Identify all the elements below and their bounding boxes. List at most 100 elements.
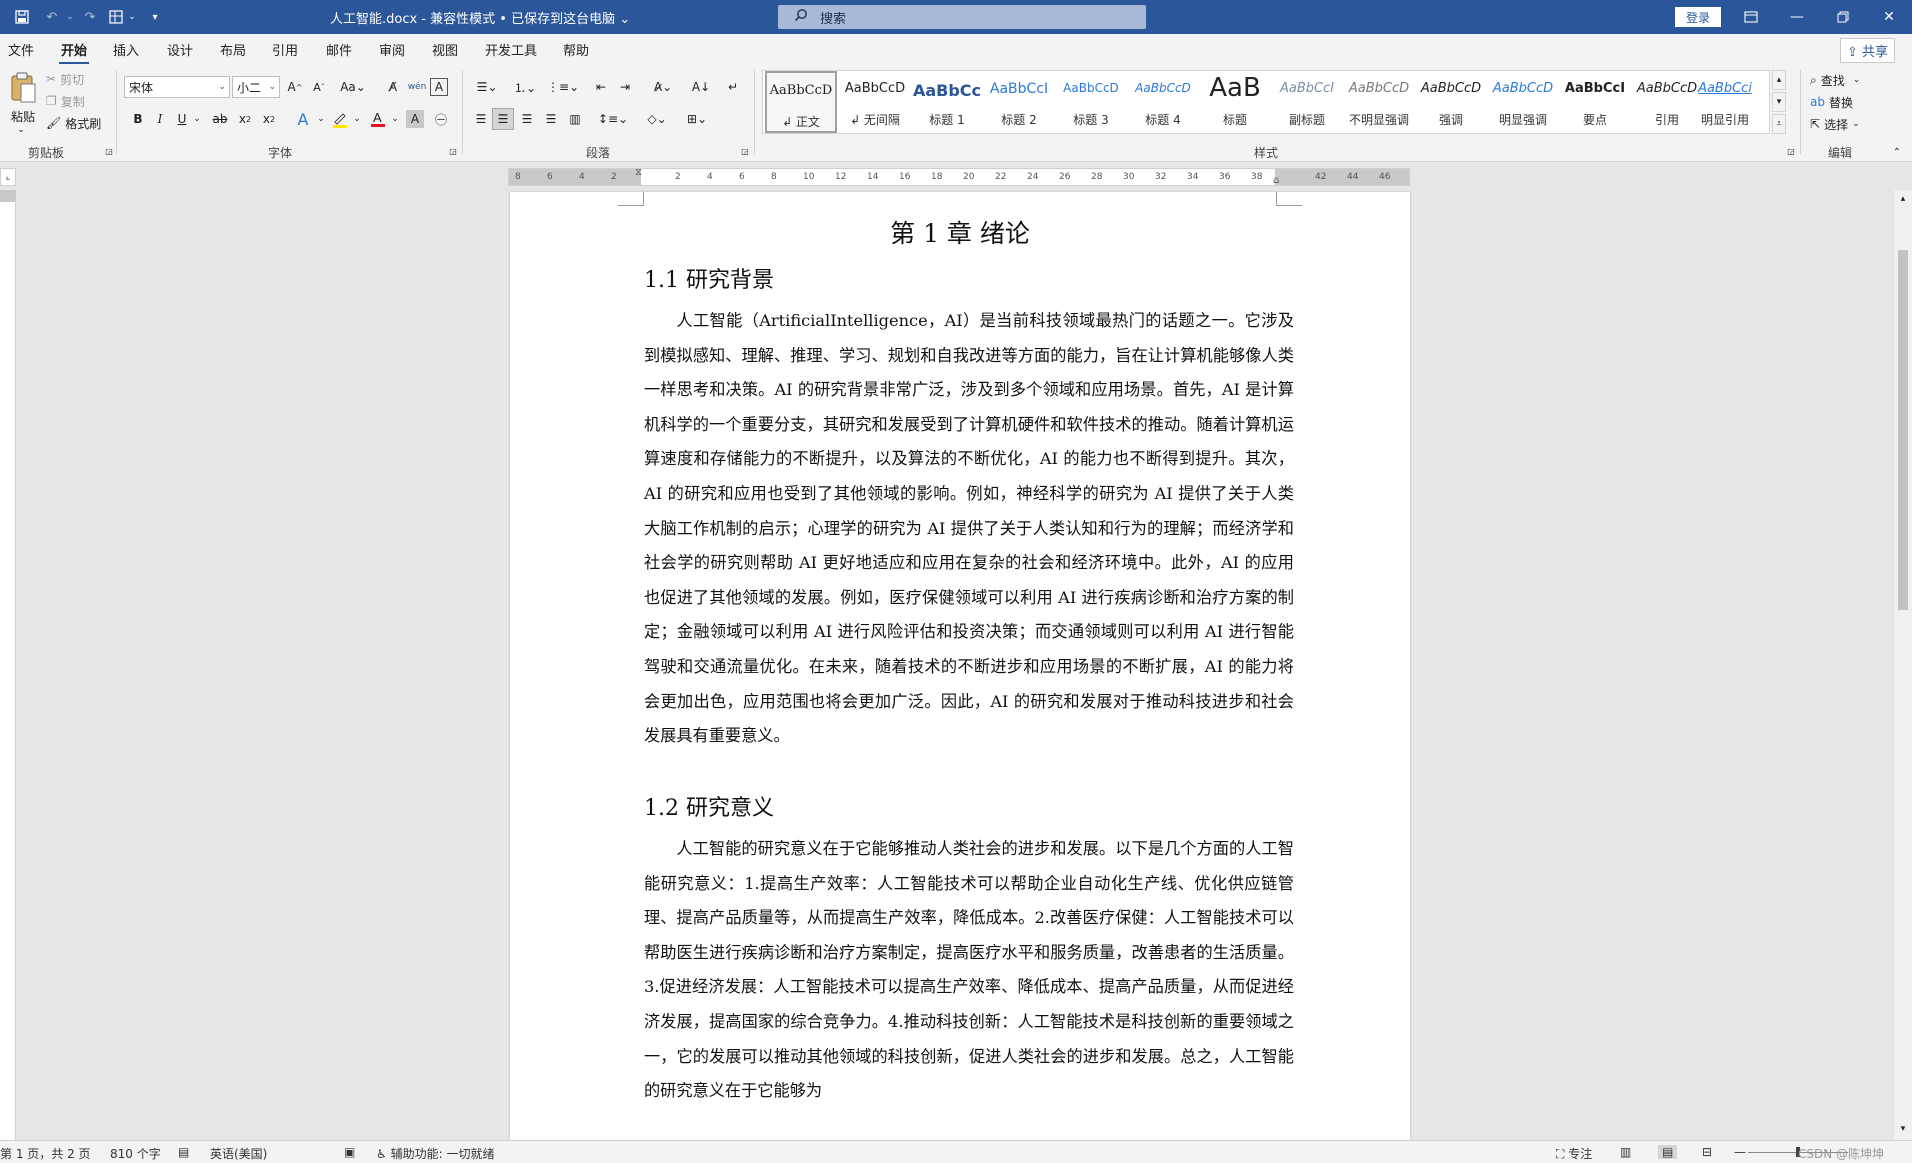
paragraph-launcher-icon[interactable]: ◲: [740, 146, 750, 156]
style-emphasis[interactable]: AaBbCcD 强调: [1415, 71, 1487, 133]
tab-selector-icon[interactable]: ⌞: [0, 168, 16, 186]
italic-icon[interactable]: I: [150, 108, 170, 130]
align-center-icon[interactable]: ☰: [492, 108, 514, 130]
find-button[interactable]: ⌕ 查找 ⌄: [1810, 70, 1880, 90]
vertical-scrollbar[interactable]: ▴ ▾: [1894, 190, 1912, 1140]
shading-icon[interactable]: ◇⌄: [640, 108, 674, 130]
chapter-heading[interactable]: 第 1 章 绪论: [510, 214, 1410, 250]
numbering-icon[interactable]: ⒈⌄: [508, 76, 542, 98]
align-right-icon[interactable]: ☰: [516, 108, 538, 130]
scrollbar-thumb[interactable]: [1898, 250, 1908, 610]
share-button[interactable]: ⇪ 共享: [1840, 38, 1896, 63]
tab-mailings[interactable]: 邮件: [326, 40, 352, 59]
font-family-select[interactable]: 宋体 ⌄: [124, 76, 230, 98]
align-left-icon[interactable]: ☰: [470, 108, 492, 130]
highlight-icon[interactable]: [328, 108, 352, 130]
style-quote[interactable]: AaBbCcD 引用: [1631, 71, 1703, 133]
restore-icon[interactable]: [1820, 0, 1866, 34]
login-button[interactable]: 登录: [1675, 7, 1721, 27]
style-normal[interactable]: AaBbCcD ↲ 正文: [765, 71, 837, 133]
tab-help[interactable]: 帮助: [563, 40, 589, 59]
format-painter-button[interactable]: 🖌 格式刷: [46, 114, 106, 132]
bullets-icon[interactable]: ☰⌄: [470, 76, 504, 98]
tab-insert[interactable]: 插入: [113, 40, 139, 59]
show-marks-icon[interactable]: ↵: [722, 76, 744, 98]
page-count[interactable]: 第 1 页，共 2 页: [0, 1145, 91, 1162]
copy-button[interactable]: ❐ 复制: [46, 92, 96, 110]
scroll-down-icon[interactable]: ▾: [1896, 1122, 1910, 1136]
document-page[interactable]: 第 1 章 绪论 1.1 研究背景 人工智能（ArtificialIntelli…: [510, 192, 1410, 1140]
style-heading-3[interactable]: AaBbCcD 标题 3: [1055, 71, 1127, 133]
style-intense-emphasis[interactable]: AaBbCcD 明显强调: [1487, 71, 1559, 133]
read-mode-icon[interactable]: ▥: [1620, 1145, 1631, 1159]
font-color-dropdown-icon[interactable]: ⌄: [390, 108, 400, 130]
styles-scroll-up-icon[interactable]: ▴: [1772, 70, 1786, 90]
section-heading[interactable]: 1.2 研究意义: [644, 790, 774, 822]
print-layout-icon[interactable]: ▤: [1658, 1145, 1678, 1159]
customize-quick-access-icon[interactable]: ▾: [148, 7, 162, 27]
chinese-layout-icon[interactable]: A̷⌄: [646, 76, 680, 98]
tab-references[interactable]: 引用: [272, 40, 298, 59]
undo-icon[interactable]: ↶: [42, 7, 62, 27]
style-heading-4[interactable]: AaBbCcD 标题 4: [1127, 71, 1199, 133]
right-indent-marker-icon[interactable]: ⌂: [1273, 175, 1279, 186]
font-color-icon[interactable]: A: [366, 108, 390, 130]
text-effects-icon[interactable]: A: [290, 108, 316, 130]
style-title[interactable]: AaB 标题: [1199, 71, 1271, 133]
underline-dropdown-icon[interactable]: ⌄: [192, 108, 202, 130]
styles-more-icon[interactable]: ⩡: [1772, 114, 1786, 134]
macro-recording-icon[interactable]: ▣: [344, 1145, 355, 1159]
paste-button[interactable]: 粘贴: [6, 108, 40, 124]
focus-mode-button[interactable]: ⛶ 专注: [1556, 1145, 1592, 1162]
clipboard-launcher-icon[interactable]: ◲: [104, 146, 114, 156]
text-effects-dropdown-icon[interactable]: ⌄: [316, 108, 326, 130]
language[interactable]: 英语(美国): [210, 1145, 267, 1162]
tab-review[interactable]: 审阅: [379, 40, 405, 59]
zoom-out-icon[interactable]: —: [1734, 1145, 1746, 1159]
scroll-up-icon[interactable]: ▴: [1896, 192, 1910, 206]
enclose-characters-icon[interactable]: ㊀: [430, 108, 452, 130]
undo-dropdown-icon[interactable]: ⌄: [64, 7, 76, 27]
tab-design[interactable]: 设计: [167, 40, 193, 59]
phonetic-guide-icon[interactable]: wén: [406, 76, 428, 98]
select-button[interactable]: ⇱ 选择 ⌄: [1810, 114, 1880, 134]
styles-launcher-icon[interactable]: ◲: [1786, 146, 1796, 156]
multilevel-list-icon[interactable]: ⋮≡⌄: [546, 76, 580, 98]
style-heading-2[interactable]: AaBbCcI 标题 2: [983, 71, 1055, 133]
character-border-icon[interactable]: A: [430, 78, 448, 96]
tab-view[interactable]: 视图: [432, 40, 458, 59]
table-draw-icon[interactable]: [106, 7, 126, 27]
cut-button[interactable]: ✂ 剪切: [46, 70, 96, 88]
superscript-icon[interactable]: x2: [258, 108, 280, 130]
tab-layout[interactable]: 布局: [220, 40, 246, 59]
body-paragraph[interactable]: 人工智能（ArtificialIntelligence，AI）是当前科技领域最热…: [644, 304, 1294, 754]
table-dropdown-icon[interactable]: ⌄: [126, 7, 138, 27]
styles-scroll-down-icon[interactable]: ▾: [1772, 92, 1786, 112]
search-box[interactable]: 搜索: [778, 5, 1146, 29]
collapse-ribbon-icon[interactable]: ⌃: [1890, 146, 1904, 158]
vertical-ruler[interactable]: [0, 190, 16, 1140]
distributed-icon[interactable]: ▥: [564, 108, 586, 130]
line-spacing-icon[interactable]: ↕≡⌄: [596, 108, 630, 130]
document-title[interactable]: 人工智能.docx - 兼容性模式 • 已保存到这台电脑 ⌄: [330, 8, 630, 27]
word-count[interactable]: 810 个字: [110, 1145, 161, 1162]
highlight-dropdown-icon[interactable]: ⌄: [352, 108, 362, 130]
paste-icon[interactable]: [6, 70, 40, 106]
subscript-icon[interactable]: x2: [234, 108, 256, 130]
section-heading[interactable]: 1.1 研究背景: [644, 262, 774, 294]
bold-icon[interactable]: B: [128, 108, 148, 130]
tab-developer[interactable]: 开发工具: [485, 40, 537, 59]
save-icon[interactable]: [12, 7, 32, 27]
style-subtitle[interactable]: AaBbCcI 副标题: [1271, 71, 1343, 133]
indent-marker-icon[interactable]: ⧖: [635, 167, 642, 178]
proofing-icon[interactable]: ▤: [178, 1145, 189, 1159]
tab-home[interactable]: 开始: [58, 40, 90, 65]
clear-formatting-icon[interactable]: A̸: [382, 76, 404, 98]
change-case-icon[interactable]: Aa⌄: [338, 76, 368, 98]
font-size-select[interactable]: 小二 ⌄: [232, 76, 280, 98]
style-subtle-emphasis[interactable]: AaBbCcD 不明显强调: [1343, 71, 1415, 133]
tab-file[interactable]: 文件: [8, 40, 34, 59]
horizontal-ruler[interactable]: 8 6 4 2 2 4 6 8 10 12 14 16 18 20 22 24 26 28 30 32 34 36 38 42…: [508, 167, 1410, 186]
close-icon[interactable]: ✕: [1866, 0, 1912, 34]
character-shading-icon[interactable]: A: [406, 110, 424, 128]
